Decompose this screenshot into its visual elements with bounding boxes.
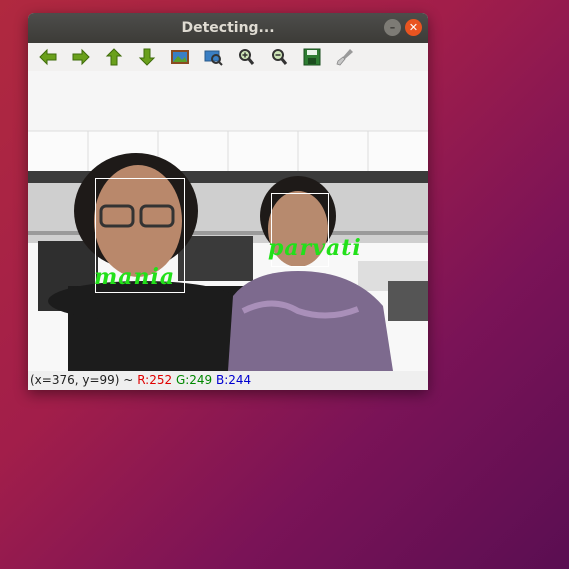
title-bar[interactable]: Detecting... – ✕ <box>28 13 428 43</box>
close-button[interactable]: ✕ <box>405 19 422 36</box>
face-label-1: mania <box>94 264 176 290</box>
cursor-coords: (x=376, y=99) ~ <box>30 373 134 387</box>
image-icon <box>171 50 189 64</box>
pan-right-button[interactable] <box>69 45 93 69</box>
close-icon: ✕ <box>408 21 419 34</box>
save-icon <box>303 48 321 66</box>
save-button[interactable] <box>300 45 324 69</box>
green-value: G:249 <box>175 373 213 387</box>
app-window: Detecting... – ✕ mania parvati (x=376, y… <box>28 13 428 390</box>
arrow-left-icon <box>39 48 57 66</box>
brush-icon <box>336 49 353 66</box>
zoom-in-button[interactable] <box>234 45 258 69</box>
window-title: Detecting... <box>181 20 275 36</box>
image-canvas[interactable]: mania parvati <box>28 71 428 371</box>
camera-frame <box>28 71 428 371</box>
properties-button[interactable] <box>333 45 357 69</box>
blue-value: B:244 <box>216 373 252 387</box>
zoom-out-icon <box>272 49 288 65</box>
pan-left-button[interactable] <box>36 45 60 69</box>
pan-up-button[interactable] <box>102 45 126 69</box>
minimize-button[interactable]: – <box>384 19 401 36</box>
pan-down-button[interactable] <box>135 45 159 69</box>
zoom-original-button[interactable] <box>168 45 192 69</box>
minimize-icon: – <box>389 21 396 34</box>
zoom-in-icon <box>239 49 255 65</box>
face-label-2: parvati <box>268 235 362 261</box>
status-bar: (x=376, y=99) ~ R:252 G:249 B:244 <box>28 371 428 390</box>
red-value: R:252 <box>137 373 173 387</box>
zoom-out-button[interactable] <box>267 45 291 69</box>
arrow-right-icon <box>72 48 90 66</box>
arrow-down-icon <box>138 48 156 66</box>
toolbar <box>28 43 428 71</box>
arrow-up-icon <box>105 48 123 66</box>
zoom-fit-button[interactable] <box>201 45 225 69</box>
zoom-fit-icon <box>204 50 223 66</box>
